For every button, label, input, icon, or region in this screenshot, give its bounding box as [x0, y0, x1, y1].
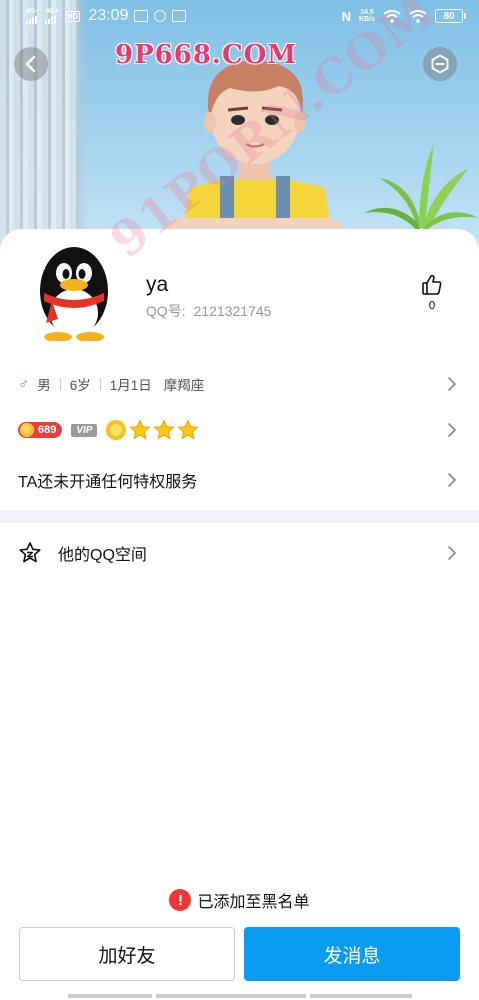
signal-sim2: 4G+ — [45, 8, 59, 24]
like-button[interactable]: 0 — [418, 273, 446, 312]
status-bar: 4G+ 4G+ HD 23:09 N 34.5 KB/s 80 — [0, 0, 479, 32]
blacklist-text: 已添加至黑名单 — [197, 894, 310, 911]
battery-icon: 80 — [435, 9, 466, 23]
qq-number-line: QQ号: 2121321745 — [146, 301, 271, 321]
notification-app-icon — [172, 10, 187, 22]
chevron-left-icon — [25, 55, 36, 73]
thumbs-up-icon — [422, 274, 442, 295]
hd-indicator: HD — [64, 10, 81, 22]
hexagon-theme-icon — [431, 54, 449, 74]
avatar[interactable] — [24, 241, 124, 341]
age-text: 6岁 — [69, 378, 91, 393]
sun-icon — [106, 420, 127, 440]
coin-icon — [20, 423, 34, 437]
net-speed: 34.5 KB/s — [359, 9, 375, 23]
blacklist-notice: ! 已添加至黑名单 — [0, 888, 479, 912]
nav-bar-segment — [68, 994, 152, 998]
send-message-button[interactable]: 发消息 — [244, 927, 460, 981]
basic-info-row[interactable]: ♂ 男 6岁 1月1日 摩羯座 — [0, 371, 479, 397]
qzone-label: 他的QQ空间 — [58, 547, 147, 564]
profile-card: ya QQ号: 2121321745 0 ♂ 男 6岁 1月1日 摩羯座 689… — [0, 229, 479, 1000]
watermark-text: 9P668.COM — [115, 40, 298, 70]
back-button[interactable] — [14, 47, 48, 81]
chevron-right-icon — [448, 423, 457, 437]
gender-text: 男 — [37, 378, 51, 393]
divider — [99, 377, 101, 391]
notification-app-icon — [134, 10, 149, 22]
cover-banner: 9P668.COM — [0, 0, 479, 260]
cover-avatar-image — [165, 60, 345, 258]
qq-label: QQ号: — [146, 303, 186, 319]
level-badge: 689 — [18, 422, 63, 438]
badges-row[interactable]: 689 VIP — [0, 416, 479, 444]
curtain-decoration — [0, 0, 78, 260]
nfc-icon: N — [341, 8, 352, 24]
plant-decoration — [364, 143, 479, 238]
nav-bar-segment — [156, 994, 306, 998]
wifi-icon — [409, 9, 427, 23]
like-count: 0 — [428, 299, 436, 312]
signal-sim1: 4G+ — [26, 8, 39, 24]
qzone-row[interactable]: 他的QQ空间 — [0, 539, 479, 567]
chevron-right-icon — [448, 377, 457, 391]
theme-button[interactable] — [423, 47, 457, 81]
level-icons — [105, 419, 200, 441]
qzone-star-icon — [19, 542, 41, 563]
star-icon — [129, 419, 152, 440]
birthday-text: 1月1日 — [109, 378, 152, 393]
privilege-row[interactable]: TA还未开通任何特权服务 — [0, 467, 479, 493]
zodiac-text: 摩羯座 — [163, 378, 205, 393]
chevron-right-icon — [448, 473, 457, 487]
divider — [59, 377, 61, 391]
profile-name: ya — [146, 273, 169, 296]
section-divider — [0, 510, 479, 523]
privilege-text: TA还未开通任何特权服务 — [18, 474, 198, 491]
vip-badge: VIP — [71, 423, 98, 437]
male-icon: ♂ — [18, 375, 30, 393]
clock: 23:09 — [88, 7, 129, 24]
notification-app-icon — [154, 10, 167, 22]
add-friend-button[interactable]: 加好友 — [19, 927, 235, 981]
nav-bar-segment — [310, 994, 412, 998]
star-icon — [177, 419, 200, 440]
star-icon — [153, 419, 176, 440]
warning-icon: ! — [169, 889, 192, 911]
wifi-icon — [383, 9, 401, 23]
chevron-right-icon — [448, 546, 457, 560]
qq-number: 2121321745 — [193, 303, 272, 319]
